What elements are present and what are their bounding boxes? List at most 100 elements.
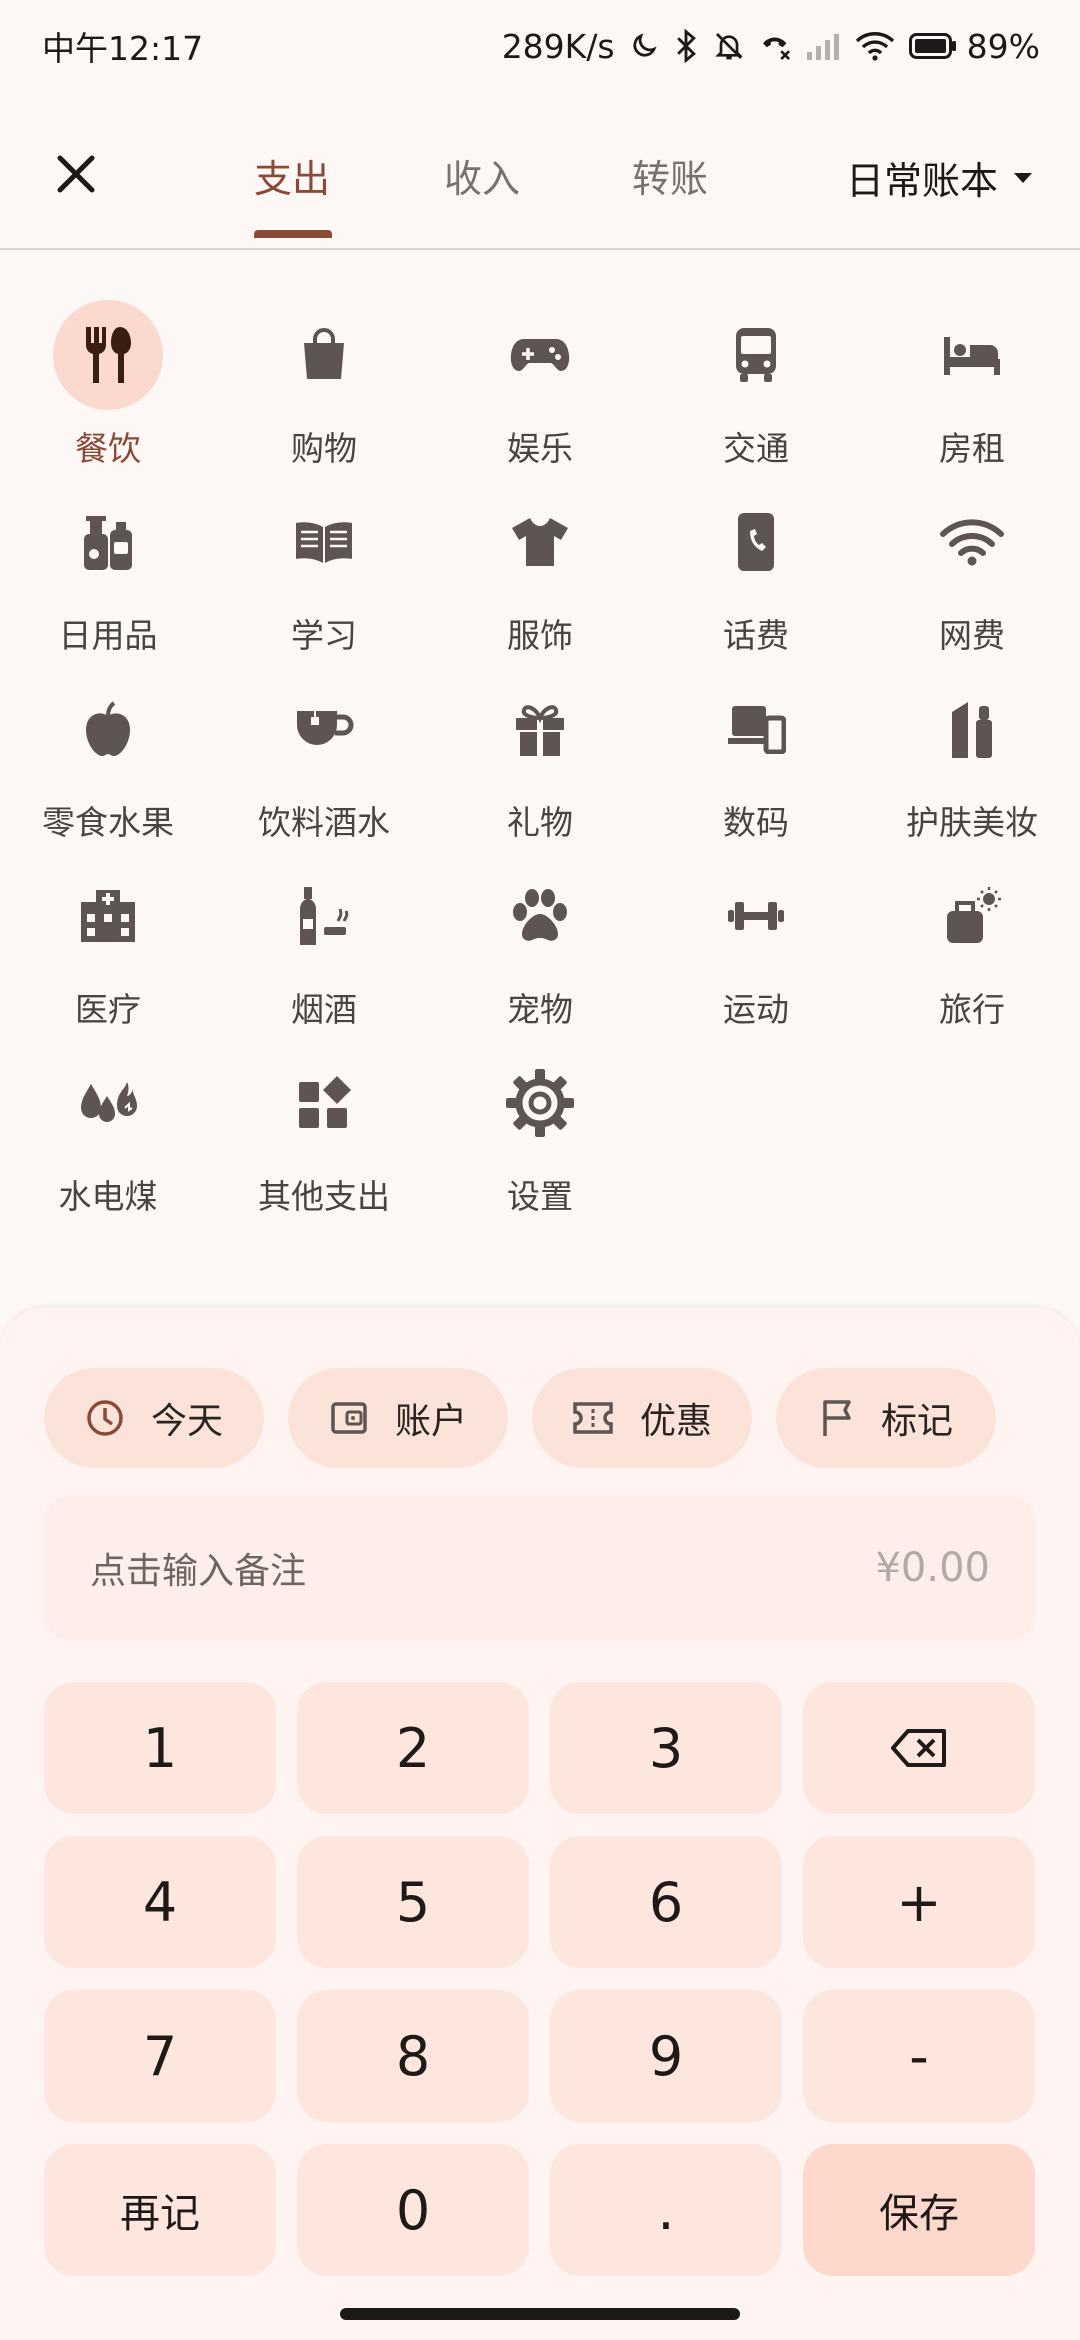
status-icons: 289K/s 89% bbox=[502, 27, 1040, 66]
category-item[interactable]: 日用品 bbox=[0, 487, 216, 674]
key-5[interactable]: 5 bbox=[297, 1836, 529, 1968]
moon-icon bbox=[633, 33, 657, 57]
category-label: 饮料酒水 bbox=[258, 803, 390, 842]
category-item[interactable]: 房租 bbox=[864, 300, 1080, 487]
category-label: 水电煤 bbox=[58, 1177, 158, 1216]
category-label: 房租 bbox=[939, 429, 1005, 468]
category-item[interactable]: 话费 bbox=[648, 487, 864, 674]
widgets-icon bbox=[299, 1076, 351, 1128]
category-item[interactable]: 宠物 bbox=[432, 861, 648, 1048]
category-label: 医疗 bbox=[75, 990, 141, 1029]
key-6[interactable]: 6 bbox=[550, 1836, 782, 1968]
discount-chip[interactable]: 优惠 bbox=[532, 1368, 752, 1468]
paw-icon bbox=[513, 889, 567, 941]
category-grid: 餐饮 购物 娱乐 交通 房租 日用品 学习 服饰 话费 网费 零食水果 饮料酒水… bbox=[0, 300, 1080, 1235]
gamepad-icon bbox=[510, 339, 570, 371]
category-item[interactable]: 饮料酒水 bbox=[216, 674, 432, 861]
battery: 89% bbox=[908, 26, 1040, 66]
tag-chip[interactable]: 标记 bbox=[776, 1368, 996, 1468]
category-item[interactable]: 网费 bbox=[864, 487, 1080, 674]
tab-transfer[interactable]: 转账 bbox=[632, 148, 708, 203]
minus-button[interactable]: - bbox=[803, 1990, 1035, 2122]
save-button[interactable]: 保存 bbox=[803, 2144, 1035, 2276]
category-label: 餐饮 bbox=[75, 429, 141, 468]
bus-icon bbox=[736, 328, 776, 382]
category-item[interactable]: 零食水果 bbox=[0, 674, 216, 861]
call-blocked-icon bbox=[762, 37, 790, 61]
category-item[interactable]: 餐饮 bbox=[0, 300, 216, 487]
category-label: 运动 bbox=[723, 990, 789, 1029]
category-item[interactable]: 旅行 bbox=[864, 861, 1080, 1048]
luggage-icon bbox=[947, 887, 1001, 943]
category-label: 日用品 bbox=[58, 616, 158, 655]
category-item[interactable]: 护肤美妆 bbox=[864, 674, 1080, 861]
category-label: 礼物 bbox=[507, 803, 573, 842]
battery-icon bbox=[908, 33, 956, 59]
option-chips: 今天 账户 优惠 标记 bbox=[44, 1368, 996, 1468]
category-item[interactable]: 交通 bbox=[648, 300, 864, 487]
book-icon bbox=[296, 522, 352, 563]
category-label: 设置 bbox=[507, 1177, 573, 1216]
key-8[interactable]: 8 bbox=[297, 1990, 529, 2122]
category-label: 交通 bbox=[723, 429, 789, 468]
category-label: 网费 bbox=[939, 616, 1005, 655]
utilities-icon bbox=[81, 1082, 137, 1122]
chip-label: 账户 bbox=[394, 1401, 467, 1442]
status-time: 中午12:17 bbox=[42, 29, 204, 68]
home-indicator[interactable] bbox=[340, 2308, 740, 2320]
gift-icon bbox=[516, 705, 564, 756]
cup-icon bbox=[297, 711, 354, 745]
category-label: 其他支出 bbox=[258, 1177, 390, 1216]
note-input[interactable]: 点击输入备注 ¥0.00 bbox=[44, 1496, 1036, 1640]
tab-income[interactable]: 收入 bbox=[444, 148, 520, 203]
key-3[interactable]: 3 bbox=[550, 1682, 782, 1814]
signal-icon bbox=[806, 34, 839, 60]
tab-indicator bbox=[254, 230, 332, 238]
wallet-icon bbox=[331, 1402, 367, 1434]
category-item[interactable]: 学习 bbox=[216, 487, 432, 674]
status-bar: 中午12:17 289K/s 89% bbox=[0, 0, 1080, 92]
dumbbell-icon bbox=[728, 902, 784, 930]
plus-button[interactable]: + bbox=[803, 1836, 1035, 1968]
battery-level: 89% bbox=[966, 26, 1040, 66]
category-label: 学习 bbox=[291, 616, 357, 655]
phone-icon bbox=[738, 513, 774, 571]
tshirt-icon bbox=[512, 518, 568, 566]
chip-label: 标记 bbox=[880, 1401, 953, 1442]
bluetooth-icon bbox=[676, 29, 696, 63]
category-item[interactable]: 数码 bbox=[648, 674, 864, 861]
close-button[interactable] bbox=[46, 144, 106, 204]
category-item[interactable]: 医疗 bbox=[0, 861, 216, 1048]
decimal-button[interactable]: . bbox=[550, 2144, 782, 2276]
backspace-button[interactable] bbox=[803, 1682, 1035, 1814]
key-1[interactable]: 1 bbox=[44, 1682, 276, 1814]
note-placeholder: 点击输入备注 bbox=[90, 1551, 307, 1592]
category-item[interactable]: 购物 bbox=[216, 300, 432, 487]
category-label: 话费 bbox=[723, 616, 789, 655]
bottle-icon bbox=[300, 887, 349, 945]
category-item[interactable]: 水电煤 bbox=[0, 1048, 216, 1235]
date-chip[interactable]: 今天 bbox=[44, 1368, 264, 1468]
key-4[interactable]: 4 bbox=[44, 1836, 276, 1968]
top-bar: 支出 收入 转账 日常账本 bbox=[0, 92, 1080, 250]
category-item[interactable]: 其他支出 bbox=[216, 1048, 432, 1235]
key-7[interactable]: 7 bbox=[44, 1990, 276, 2122]
input-sheet: 今天 账户 优惠 标记 点击输入备注 ¥0.00 1 2 3 4 5 6 + 7… bbox=[0, 1308, 1080, 2340]
category-item[interactable]: 娱乐 bbox=[432, 300, 648, 487]
key-2[interactable]: 2 bbox=[297, 1682, 529, 1814]
category-label: 数码 bbox=[723, 803, 789, 842]
keypad: 1 2 3 4 5 6 + 7 8 9 - 再记 0 . 保存 bbox=[44, 1682, 1036, 2276]
category-label: 宠物 bbox=[507, 990, 573, 1029]
category-item[interactable]: 服饰 bbox=[432, 487, 648, 674]
tab-expense[interactable]: 支出 bbox=[254, 148, 330, 203]
amount-display: ¥0.00 bbox=[875, 1545, 990, 1591]
save-and-new-button[interactable]: 再记 bbox=[44, 2144, 276, 2276]
account-chip[interactable]: 账户 bbox=[288, 1368, 508, 1468]
category-item[interactable]: 设置 bbox=[432, 1048, 648, 1235]
category-item[interactable]: 礼物 bbox=[432, 674, 648, 861]
key-0[interactable]: 0 bbox=[297, 2144, 529, 2276]
book-selector[interactable]: 日常账本 bbox=[846, 150, 1034, 205]
key-9[interactable]: 9 bbox=[550, 1990, 782, 2122]
category-item[interactable]: 运动 bbox=[648, 861, 864, 1048]
category-item[interactable]: 烟酒 bbox=[216, 861, 432, 1048]
